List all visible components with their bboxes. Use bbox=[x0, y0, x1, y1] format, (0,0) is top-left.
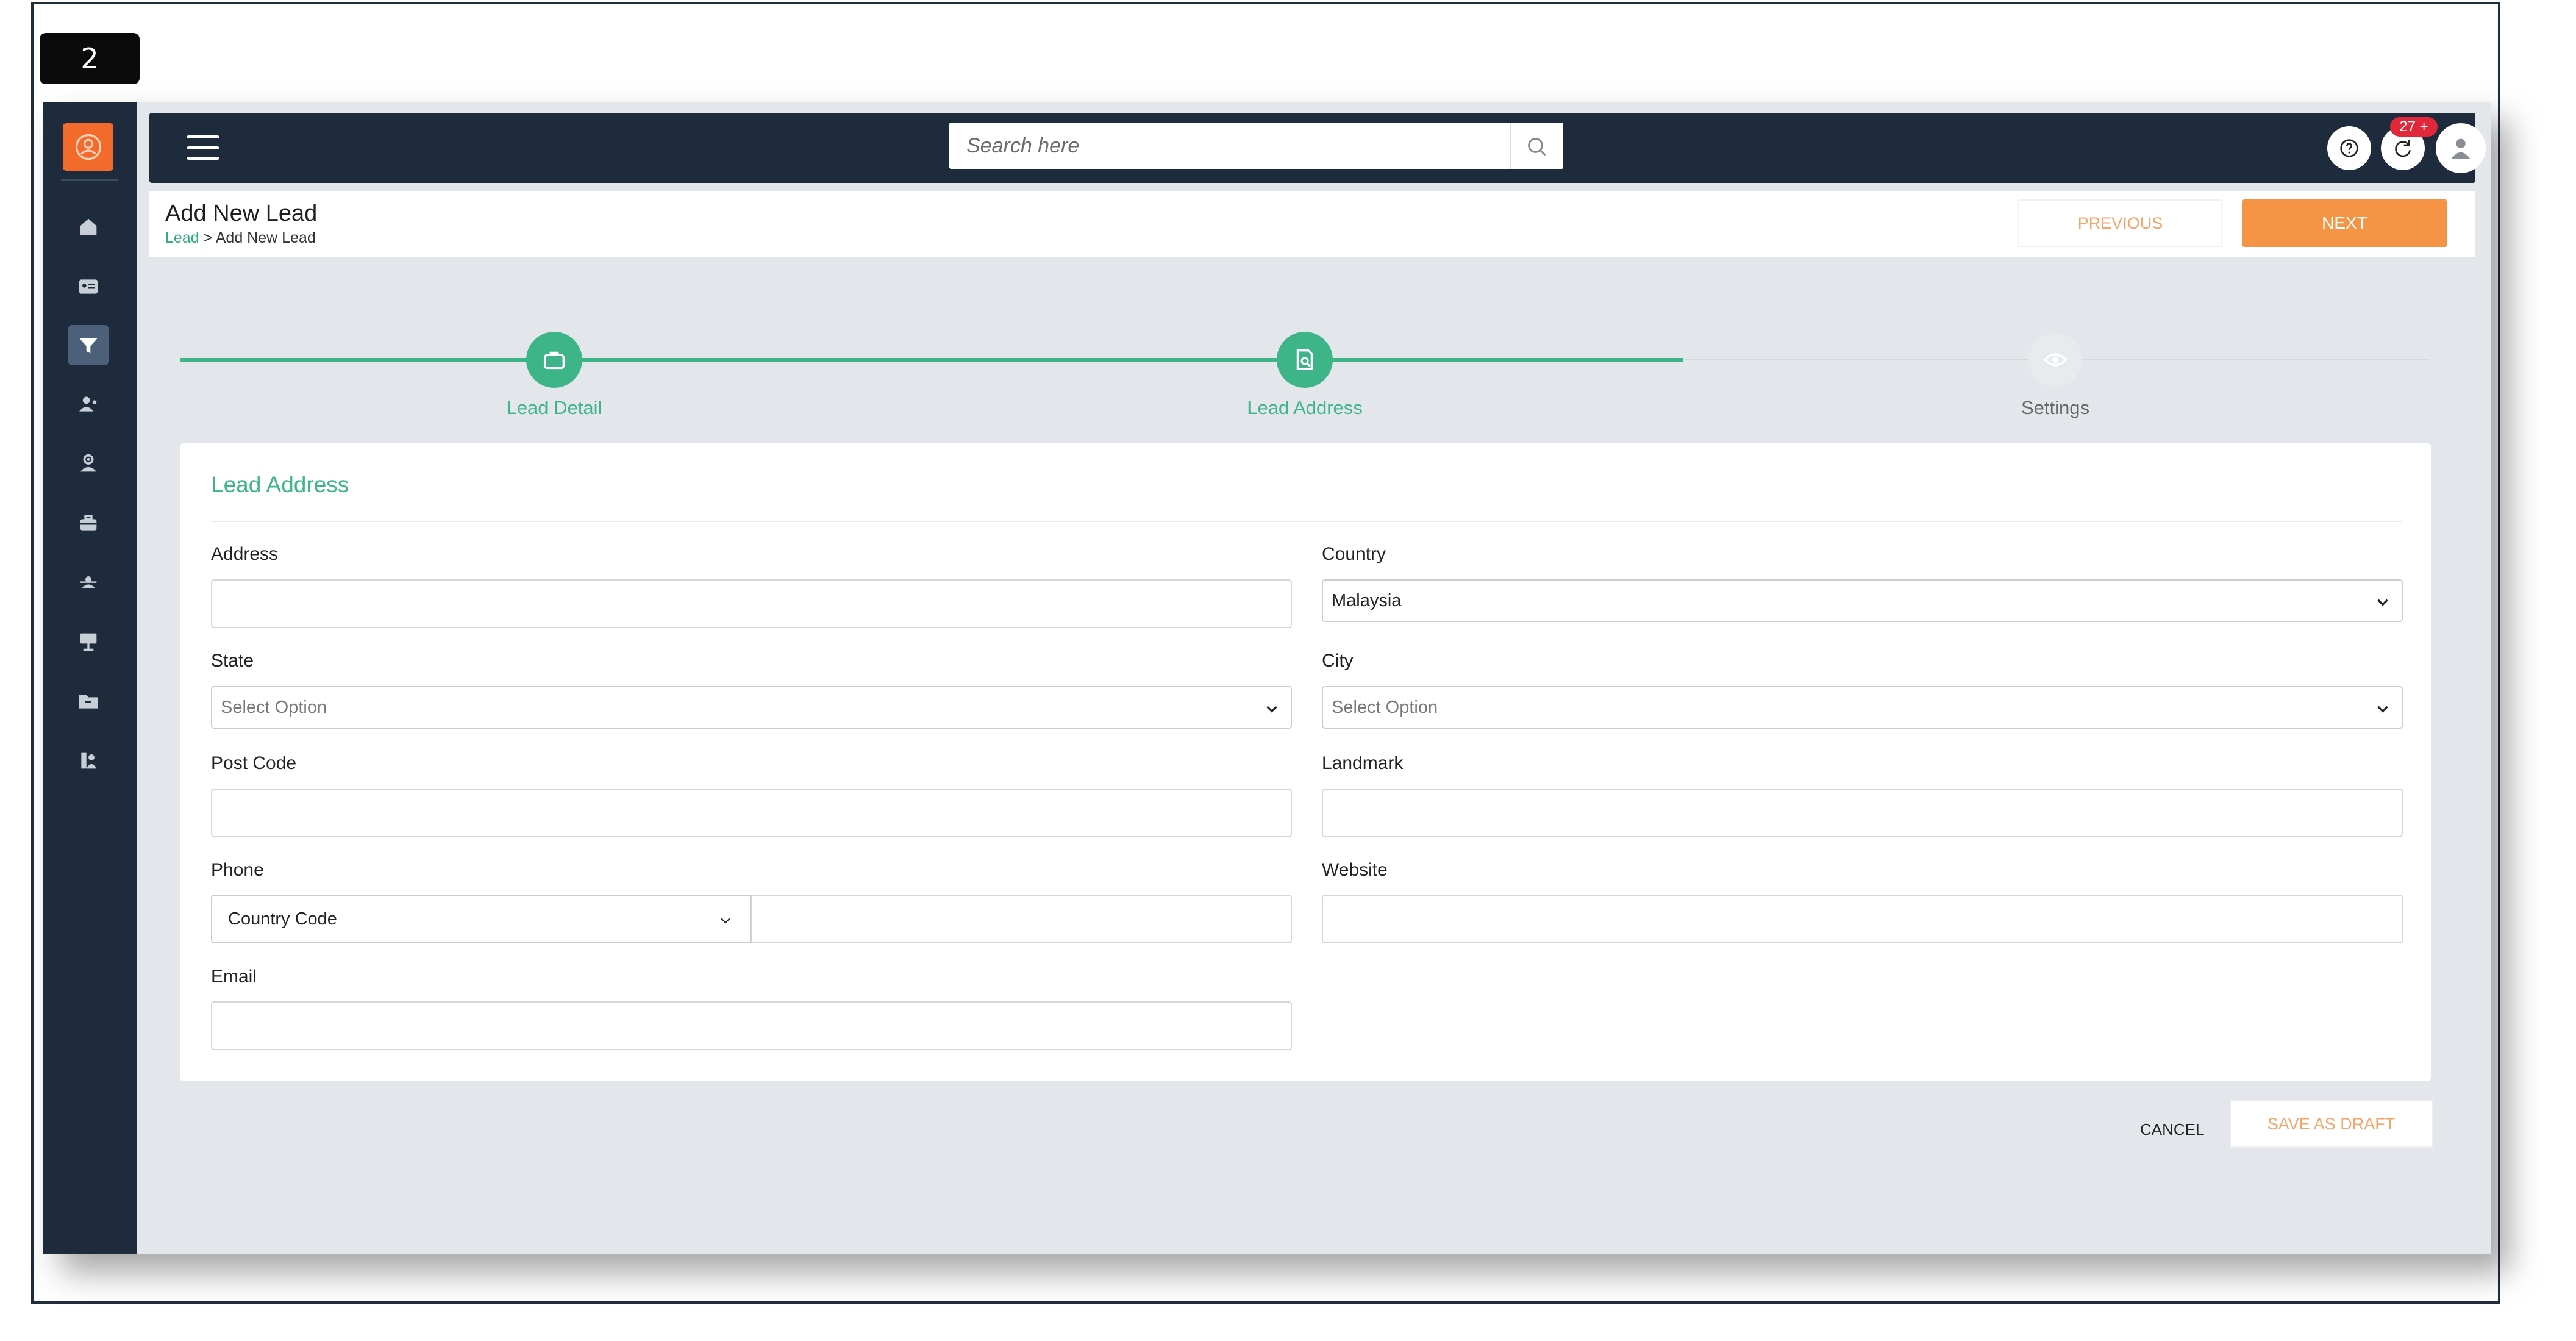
user-profile-button[interactable] bbox=[2436, 123, 2486, 173]
sidebar-item-documents[interactable] bbox=[68, 681, 109, 721]
logo-icon bbox=[75, 134, 101, 160]
funnel-icon bbox=[79, 338, 98, 354]
address-label: Address bbox=[211, 544, 279, 564]
lead-address-form: Lead Address Address Country Malaysia St… bbox=[180, 443, 2431, 1081]
contacts-icon bbox=[81, 752, 97, 769]
next-button[interactable]: NEXT bbox=[2242, 199, 2447, 247]
sidebar-item-contacts-card[interactable] bbox=[68, 266, 109, 307]
stepper-progress-line bbox=[180, 358, 1683, 362]
website-input[interactable] bbox=[1323, 896, 2402, 942]
sidebar-item-reports[interactable] bbox=[68, 740, 109, 781]
breadcrumb: Lead > Add New Lead bbox=[165, 229, 316, 247]
chevron-down-icon bbox=[2377, 706, 2388, 713]
website-label: Website bbox=[1322, 860, 1388, 880]
refresh-icon bbox=[2395, 140, 2411, 157]
email-label: Email bbox=[211, 967, 257, 987]
search-icon[interactable] bbox=[1525, 135, 1549, 159]
country-select[interactable]: Malaysia bbox=[1322, 579, 2403, 622]
address-input[interactable] bbox=[212, 581, 1291, 627]
landmark-input[interactable] bbox=[1323, 790, 2402, 836]
hamburger-line bbox=[187, 146, 219, 149]
breadcrumb-separator: > bbox=[199, 229, 216, 246]
postcode-input[interactable] bbox=[212, 790, 1291, 836]
sidebar-item-deals[interactable] bbox=[68, 503, 109, 543]
country-label: Country bbox=[1322, 544, 1386, 564]
user-avatar-icon bbox=[2451, 138, 2471, 159]
breadcrumb-link-lead[interactable]: Lead bbox=[165, 229, 199, 246]
menu-toggle-button[interactable] bbox=[187, 135, 219, 160]
user-group-icon bbox=[79, 396, 97, 412]
state-select[interactable]: Select Option bbox=[211, 686, 1292, 729]
page-header: Add New Lead Lead > Add New Lead PREVIOU… bbox=[149, 191, 2475, 257]
email-input[interactable] bbox=[212, 1003, 1291, 1049]
step-label-lead-address: Lead Address bbox=[1247, 397, 1363, 418]
cancel-button[interactable]: CANCEL bbox=[2140, 1120, 2204, 1139]
step-lead-address[interactable] bbox=[1277, 332, 1333, 388]
postcode-field bbox=[211, 789, 1292, 837]
notification-count-badge: 27 + bbox=[2390, 117, 2438, 137]
briefcase-icon bbox=[80, 515, 97, 531]
landmark-field bbox=[1322, 789, 2403, 837]
sidebar-item-leads[interactable] bbox=[68, 325, 109, 365]
step-number-badge: 2 bbox=[40, 33, 140, 84]
save-as-draft-button[interactable]: SAVE AS DRAFT bbox=[2230, 1100, 2433, 1148]
sidebar-item-presentations[interactable] bbox=[68, 621, 109, 662]
state-label: State bbox=[211, 651, 254, 671]
step-settings[interactable] bbox=[2028, 333, 2082, 387]
hamburger-line bbox=[187, 157, 219, 160]
eye-icon bbox=[2043, 353, 2068, 367]
presentation-icon bbox=[80, 633, 97, 651]
landmark-label: Landmark bbox=[1322, 753, 1404, 773]
app-window: 27 + Add New Lead Lead > Add New Lead PR… bbox=[43, 102, 2491, 1254]
country-selected-value: Malaysia bbox=[1332, 590, 1402, 610]
app-logo[interactable] bbox=[63, 123, 113, 171]
section-title: Lead Address bbox=[211, 472, 349, 497]
previous-button[interactable]: PREVIOUS bbox=[2018, 199, 2222, 247]
sidebar-item-customers[interactable] bbox=[68, 384, 109, 424]
country-code-select[interactable]: Country Code bbox=[211, 895, 751, 943]
section-divider bbox=[211, 521, 2402, 522]
search-divider bbox=[1510, 123, 1511, 169]
phone-field bbox=[751, 895, 1292, 943]
folder-icon bbox=[79, 695, 98, 709]
country-code-selected-value: Country Code bbox=[228, 909, 337, 929]
hamburger-line bbox=[187, 135, 219, 138]
sidebar-divider bbox=[61, 179, 118, 181]
step-label-settings: Settings bbox=[2021, 397, 2089, 418]
users-icon bbox=[80, 576, 97, 588]
user-settings-icon bbox=[80, 454, 97, 472]
postcode-label: Post Code bbox=[211, 753, 297, 773]
breadcrumb-current: Add New Lead bbox=[215, 229, 316, 246]
phone-input[interactable] bbox=[752, 896, 1291, 942]
page-title: Add New Lead bbox=[165, 201, 318, 226]
state-selected-value: Select Option bbox=[221, 697, 327, 717]
email-field bbox=[211, 1001, 1292, 1050]
website-field bbox=[1322, 895, 2403, 943]
phone-label: Phone bbox=[211, 860, 264, 880]
home-icon bbox=[80, 218, 97, 235]
city-label: City bbox=[1322, 651, 1354, 671]
document-search-icon bbox=[1296, 349, 1313, 371]
chevron-down-icon bbox=[2377, 599, 2388, 606]
top-navbar: 27 + bbox=[149, 113, 2486, 183]
search-input[interactable] bbox=[949, 123, 1510, 169]
sidebar-item-team[interactable] bbox=[68, 562, 109, 603]
city-selected-value: Select Option bbox=[1332, 697, 1438, 717]
search-bar bbox=[949, 123, 1563, 169]
address-field bbox=[211, 579, 1292, 628]
chevron-down-icon bbox=[721, 918, 730, 924]
sidebar-item-user-settings[interactable] bbox=[68, 443, 109, 484]
help-button[interactable] bbox=[2327, 126, 2371, 170]
step-lead-detail[interactable] bbox=[526, 332, 582, 388]
sidebar bbox=[43, 102, 137, 1254]
question-circle-icon bbox=[2340, 139, 2358, 157]
city-select[interactable]: Select Option bbox=[1322, 686, 2403, 729]
sidebar-item-home[interactable] bbox=[68, 207, 109, 247]
chevron-down-icon bbox=[1266, 706, 1277, 713]
id-card-icon bbox=[79, 279, 98, 294]
briefcase-icon bbox=[543, 351, 565, 370]
step-label-lead-detail: Lead Detail bbox=[506, 397, 602, 418]
